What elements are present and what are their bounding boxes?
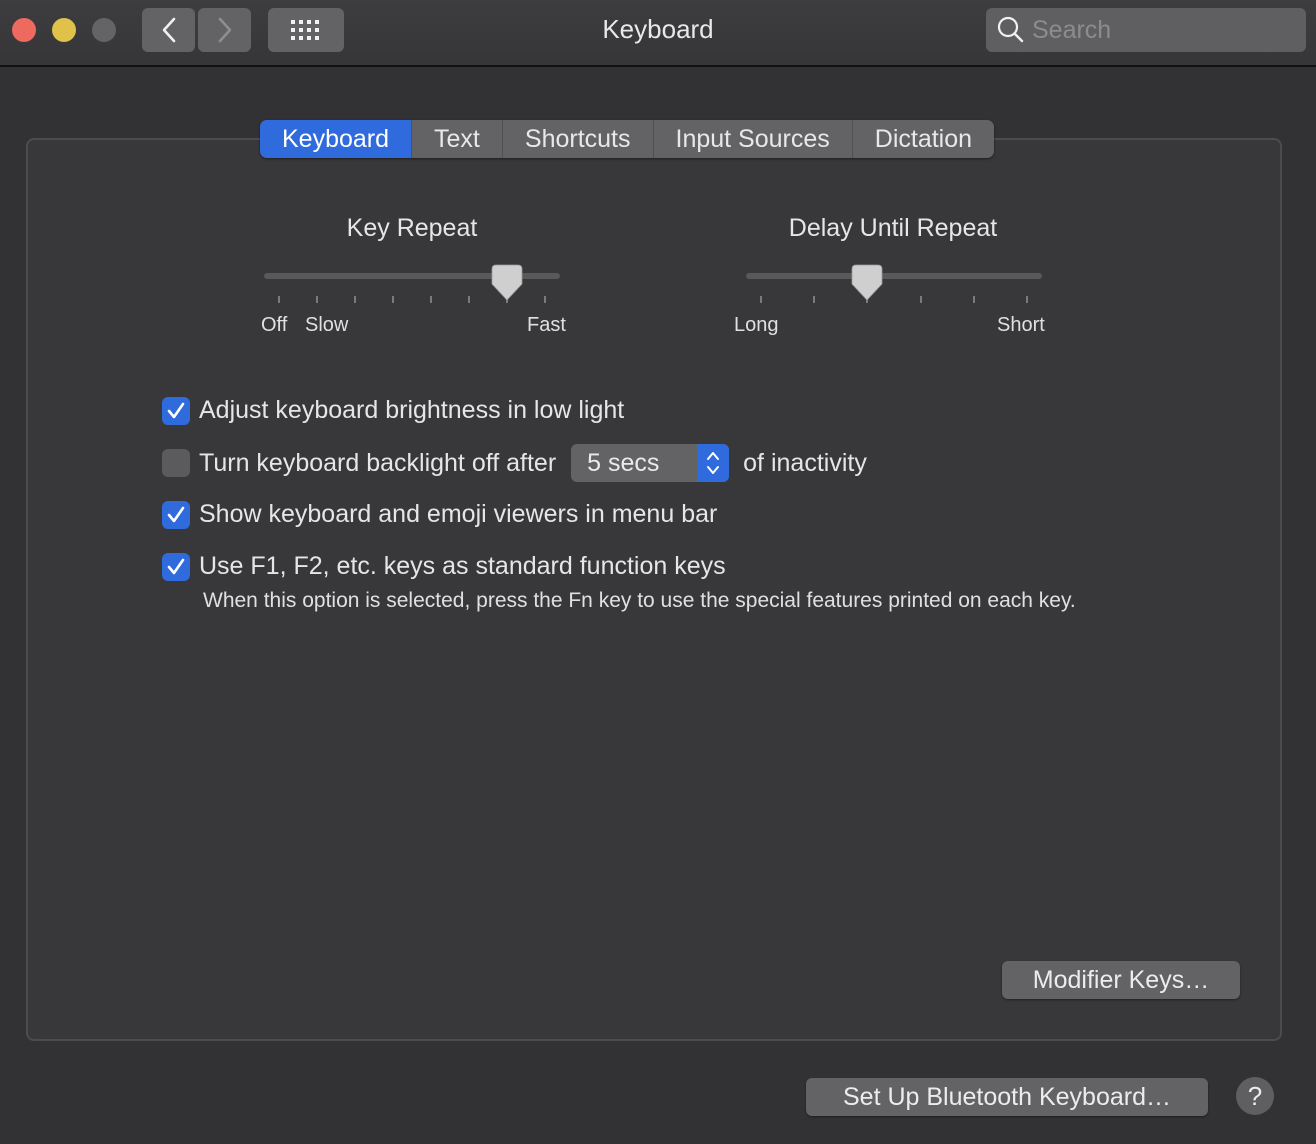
key-repeat-tick xyxy=(468,296,470,303)
setup-bluetooth-keyboard-button[interactable]: Set Up Bluetooth Keyboard… xyxy=(806,1078,1208,1116)
delay-label-long: Long xyxy=(734,314,779,336)
key-repeat-title: Key Repeat xyxy=(346,214,478,242)
function-keys-hint: When this option is selected, press the … xyxy=(203,589,1076,612)
option-backlight-off: Turn keyboard backlight off after 5 secs… xyxy=(162,444,867,482)
backlight-off-checkbox[interactable] xyxy=(162,449,190,477)
key-repeat-thumb[interactable] xyxy=(491,264,523,302)
delay-until-repeat-track[interactable] xyxy=(746,273,1042,279)
option-show-viewers[interactable]: Show keyboard and emoji viewers in menu … xyxy=(162,500,717,529)
title-bar: Keyboard xyxy=(0,0,1316,67)
chevron-up-down-icon xyxy=(707,452,720,474)
key-repeat-tick xyxy=(430,296,432,303)
delay-until-repeat-tick xyxy=(919,296,922,303)
delay-until-repeat-title: Delay Until Repeat xyxy=(788,214,998,242)
key-repeat-label-off: Off xyxy=(261,314,288,336)
key-repeat-tick xyxy=(354,296,356,303)
function-keys-checkbox[interactable] xyxy=(162,552,190,581)
option-adjust-brightness[interactable]: Adjust keyboard brightness in low light xyxy=(162,396,624,425)
show-viewers-label: Show keyboard and emoji viewers in menu … xyxy=(199,500,718,528)
checkmark-icon xyxy=(167,402,185,418)
tab-shortcuts[interactable]: Shortcuts xyxy=(503,120,654,158)
key-repeat-tick xyxy=(392,296,394,303)
help-button[interactable]: ? xyxy=(1236,1077,1274,1115)
tab-text[interactable]: Text xyxy=(412,120,503,158)
delay-until-repeat-thumb[interactable] xyxy=(851,264,883,302)
search-input[interactable] xyxy=(1032,15,1292,45)
search-field[interactable] xyxy=(986,8,1306,52)
backlight-timeout-popup[interactable]: 5 secs xyxy=(571,444,730,482)
key-repeat-label-slow: Slow xyxy=(305,314,349,336)
backlight-off-suffix: of inactivity xyxy=(743,448,867,477)
delay-until-repeat-tick xyxy=(760,296,762,303)
search-icon xyxy=(997,16,1024,43)
tab-bar: Keyboard Text Shortcuts Input Sources Di… xyxy=(260,120,995,158)
delay-label-short: Short xyxy=(997,314,1045,336)
tab-keyboard[interactable]: Keyboard xyxy=(260,120,413,158)
key-repeat-tick xyxy=(544,296,546,303)
option-function-keys[interactable]: Use F1, F2, etc. keys as standard functi… xyxy=(162,552,726,581)
checkmark-icon xyxy=(167,506,185,522)
tab-input-sources[interactable]: Input Sources xyxy=(654,120,853,158)
function-keys-label: Use F1, F2, etc. keys as standard functi… xyxy=(199,552,726,580)
modifier-keys-button[interactable]: Modifier Keys… xyxy=(1002,961,1240,999)
show-viewers-checkbox[interactable] xyxy=(162,500,190,529)
tab-dictation[interactable]: Dictation xyxy=(853,120,994,158)
delay-until-repeat-tick xyxy=(813,296,816,303)
popup-stepper[interactable] xyxy=(697,444,730,482)
checkmark-icon xyxy=(167,558,185,574)
backlight-off-label: Turn keyboard backlight off after xyxy=(199,448,557,477)
delay-until-repeat-tick xyxy=(1026,296,1028,303)
key-repeat-label-fast: Fast xyxy=(527,314,566,336)
key-repeat-tick xyxy=(278,296,280,303)
adjust-brightness-label: Adjust keyboard brightness in low light xyxy=(199,396,625,424)
delay-until-repeat-tick xyxy=(972,296,975,303)
key-repeat-tick xyxy=(316,296,318,303)
backlight-timeout-value: 5 secs xyxy=(587,448,660,477)
adjust-brightness-checkbox[interactable] xyxy=(162,396,190,425)
